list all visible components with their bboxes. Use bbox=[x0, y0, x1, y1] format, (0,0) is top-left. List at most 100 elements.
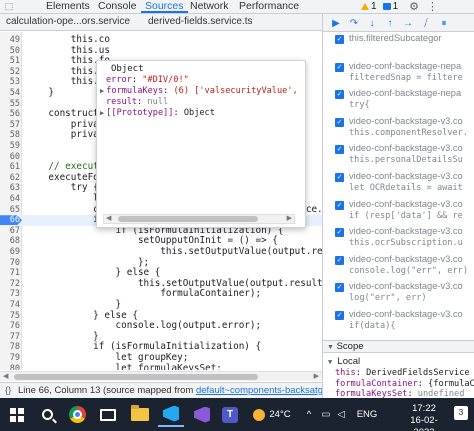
deactivate-breakpoints-icon[interactable]: ⧸ bbox=[419, 16, 433, 30]
line-number[interactable]: 64 bbox=[0, 194, 20, 205]
line-number[interactable]: 52 bbox=[0, 67, 20, 78]
breakpoint-item[interactable]: ✓ video-conf-backstage-v3.co this.personal… bbox=[323, 143, 474, 169]
teams-taskbar-button[interactable]: T bbox=[218, 402, 242, 427]
line-number[interactable]: 66 bbox=[0, 215, 20, 226]
code-line[interactable]: 49 this.co bbox=[0, 34, 322, 46]
line-number[interactable]: 54 bbox=[0, 88, 20, 99]
collapse-triangle-icon[interactable]: ▼ bbox=[327, 344, 334, 351]
step-out-icon[interactable]: ↑ bbox=[383, 16, 397, 30]
popover-row-formulakeys[interactable]: ▶formulaKeys: (6) ['valsecurityValue', '… bbox=[100, 86, 305, 96]
line-number[interactable]: 57 bbox=[0, 120, 20, 131]
popover-row-result[interactable]: result: null bbox=[106, 97, 168, 107]
network-tray-button[interactable]: ▭ bbox=[318, 402, 334, 427]
scrollbar-thumb[interactable] bbox=[14, 374, 258, 380]
expand-triangle-icon[interactable]: ▶ bbox=[100, 87, 104, 95]
popover-row-error[interactable]: error: "#DIV/0!" bbox=[106, 75, 189, 85]
breakpoint-item[interactable]: ✓ video-conf-backstage-v3.co if(data){ bbox=[323, 309, 474, 335]
visual-studio-taskbar-button[interactable] bbox=[190, 402, 214, 427]
line-number[interactable]: 58 bbox=[0, 130, 20, 141]
volume-tray-button[interactable]: ◁ bbox=[334, 402, 348, 427]
tab-network[interactable]: Network bbox=[186, 0, 233, 13]
collapse-triangle-icon[interactable]: ▼ bbox=[328, 358, 332, 366]
breakpoint-item[interactable]: ✓ video-conf-backstage-nepa filteredSnap =… bbox=[323, 61, 474, 87]
code-editor[interactable]: 49 this.co 50 this.us 51 this.fo 52 this.fo… bbox=[0, 32, 322, 370]
scope-variable-row[interactable]: formulaContainer: {formulaC bbox=[335, 379, 474, 389]
file-tab-derived-fields[interactable]: derived-fields.service.ts bbox=[144, 15, 268, 30]
pretty-print-icon[interactable]: {} bbox=[5, 383, 11, 398]
scope-variable-row[interactable]: formulaKeysSet: undefined bbox=[335, 389, 474, 398]
breakpoint-item[interactable]: ✓ video-conf-backstage-v3.co console.log("… bbox=[323, 254, 474, 280]
line-number[interactable]: 68 bbox=[0, 236, 20, 247]
search-button[interactable] bbox=[36, 402, 58, 427]
breakpoint-item[interactable]: ✓ this.filteredSubcategor bbox=[323, 33, 474, 59]
line-number[interactable]: 76 bbox=[0, 321, 20, 332]
breakpoint-checkbox[interactable]: ✓ bbox=[335, 173, 344, 182]
breakpoint-checkbox[interactable]: ✓ bbox=[335, 117, 344, 127]
breakpoint-checkbox[interactable]: ✓ bbox=[335, 200, 344, 210]
breakpoint-checkbox[interactable]: ✓ bbox=[335, 311, 344, 320]
scroll-right-icon[interactable]: ▶ bbox=[287, 214, 292, 222]
line-number[interactable]: 71 bbox=[0, 268, 20, 279]
scroll-left-icon[interactable]: ◀ bbox=[106, 214, 111, 222]
line-number[interactable]: 67 bbox=[0, 226, 20, 237]
breakpoint-item[interactable]: ✓ video-conf-backstage-v3.co log("err", er… bbox=[323, 281, 474, 307]
line-number[interactable]: 75 bbox=[0, 311, 20, 322]
code-line[interactable]: 69 this.setOutputValue(output.result, fo… bbox=[0, 246, 322, 258]
source-map-link[interactable]: default~components-backsatge-custo bbox=[196, 385, 322, 396]
show-hidden-icons-button[interactable]: ^ bbox=[302, 402, 316, 427]
code-line[interactable]: 79 let groupKey; bbox=[0, 352, 322, 364]
scrollbar-thumb[interactable] bbox=[118, 216, 258, 222]
step-into-icon[interactable]: ↓ bbox=[365, 16, 379, 30]
weather-widget[interactable]: 24°C bbox=[248, 402, 296, 427]
line-number[interactable]: 69 bbox=[0, 247, 20, 258]
object-preview-popover[interactable]: Object error: "#DIV/0!" ▶ formulaKeys: (6… bbox=[96, 60, 306, 228]
line-number[interactable]: 80 bbox=[0, 364, 20, 370]
code-line[interactable]: 80 let formulaKeysSet; bbox=[0, 363, 322, 370]
resume-icon[interactable]: ▶ bbox=[329, 16, 343, 30]
file-tab-calculation-operators[interactable]: calculation-ope...ors.service.ts bbox=[2, 15, 130, 30]
tab-console[interactable]: Console bbox=[94, 0, 141, 13]
line-number[interactable]: 61 bbox=[0, 162, 20, 173]
tab-performance[interactable]: Performance bbox=[235, 0, 303, 13]
language-indicator[interactable]: ENG bbox=[354, 402, 380, 427]
step-icon[interactable]: → bbox=[401, 16, 415, 30]
breakpoint-item[interactable]: ✓ video-conf-backstage-nepa try{ bbox=[323, 88, 474, 114]
line-number[interactable]: 65 bbox=[0, 205, 20, 216]
line-number[interactable]: 79 bbox=[0, 353, 20, 364]
expand-triangle-icon[interactable]: ▶ bbox=[100, 109, 104, 117]
breakpoint-checkbox[interactable]: ✓ bbox=[335, 228, 344, 238]
vscode-taskbar-button[interactable] bbox=[158, 402, 184, 427]
scope-local-group[interactable]: ▼ Local bbox=[328, 356, 474, 367]
start-button[interactable] bbox=[6, 402, 28, 427]
line-number[interactable]: 60 bbox=[0, 152, 20, 163]
step-over-icon[interactable]: ↷ bbox=[347, 16, 361, 30]
line-number[interactable]: 74 bbox=[0, 300, 20, 311]
breakpoint-checkbox[interactable]: ✓ bbox=[335, 255, 344, 265]
popover-horizontal-scrollbar[interactable]: ◀ ▶ bbox=[103, 214, 295, 224]
scroll-left-icon[interactable]: ◀ bbox=[3, 372, 8, 380]
scope-section-header[interactable]: ▼ Scope bbox=[323, 340, 474, 353]
breakpoint-checkbox[interactable]: ✓ bbox=[335, 35, 344, 44]
more-options-icon[interactable]: ⋮ bbox=[427, 0, 438, 13]
line-number[interactable]: 51 bbox=[0, 56, 20, 67]
line-number[interactable]: 72 bbox=[0, 279, 20, 290]
line-number[interactable]: 62 bbox=[0, 173, 20, 184]
scope-variable-row[interactable]: this: DerivedFieldsService bbox=[335, 368, 474, 378]
line-number[interactable]: 53 bbox=[0, 77, 20, 88]
file-explorer-button[interactable] bbox=[128, 402, 152, 427]
code-line[interactable]: 74 } bbox=[0, 299, 322, 311]
breakpoint-item[interactable]: ✓ video-conf-backstage-v3.co if (resp['dat… bbox=[323, 199, 474, 225]
chrome-taskbar-button[interactable] bbox=[64, 402, 90, 427]
editor-horizontal-scrollbar[interactable]: ◀ ▶ bbox=[0, 371, 322, 381]
line-number[interactable]: 77 bbox=[0, 332, 20, 343]
tab-sources[interactable]: Sources bbox=[141, 0, 188, 13]
breakpoint-item[interactable]: ✓ video-conf-backstage-v3.co this.ocrSubsc… bbox=[323, 226, 474, 252]
line-number[interactable]: 63 bbox=[0, 183, 20, 194]
notification-center-button[interactable]: 3 bbox=[454, 406, 468, 420]
popover-row-prototype[interactable]: ▶ [[Prototype]]: Object bbox=[100, 108, 215, 118]
settings-gear-icon[interactable]: ⚙ bbox=[409, 0, 419, 13]
inspect-element-icon[interactable]: ⬚ bbox=[2, 0, 16, 13]
taskbar-clock[interactable]: 17:22 16-02-2022 bbox=[402, 403, 446, 431]
line-number[interactable]: 59 bbox=[0, 141, 20, 152]
pause-on-exceptions-icon[interactable]: ⏸ bbox=[437, 16, 451, 30]
